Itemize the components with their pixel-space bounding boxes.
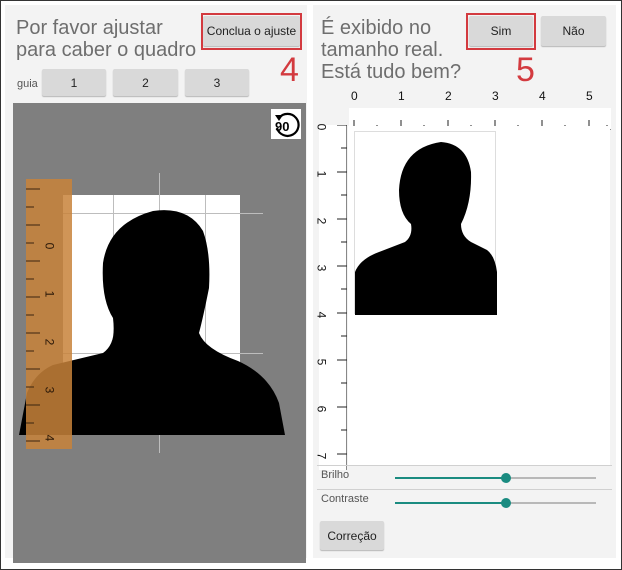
ruler-number-3: 3 bbox=[42, 386, 57, 394]
brightness-slider-fill bbox=[395, 477, 506, 479]
contrast-slider-thumb[interactable] bbox=[500, 498, 511, 508]
guide-button-3[interactable]: 3 bbox=[185, 69, 249, 96]
ruler-number-1: 1 bbox=[42, 290, 57, 298]
adjust-panel: Por favor ajustar para caber o quadro Co… bbox=[5, 5, 307, 563]
guide-label: guia bbox=[17, 78, 38, 90]
contrast-slider[interactable] bbox=[395, 498, 596, 508]
ruler-top-number-1: 1 bbox=[398, 89, 405, 103]
ruler-top-number-3: 3 bbox=[492, 89, 499, 103]
ruler-top-number-5: 5 bbox=[586, 89, 593, 103]
no-button[interactable]: Não bbox=[541, 16, 606, 46]
preview-panel: É exibido no tamanho real. Está tudo bem… bbox=[313, 5, 616, 558]
brightness-label: Brilho bbox=[321, 469, 350, 481]
person-silhouette-preview bbox=[355, 142, 497, 315]
rotate-90-button[interactable]: 90 bbox=[271, 109, 301, 139]
ruler-left-number-3: 3 bbox=[314, 264, 329, 272]
step-highlight-4 bbox=[201, 13, 302, 50]
ruler-left-number-4: 4 bbox=[314, 311, 329, 319]
correction-button[interactable]: Correção bbox=[320, 521, 384, 550]
ruler-number-2: 2 bbox=[42, 338, 57, 346]
ruler-left-number-6: 6 bbox=[314, 405, 329, 413]
ruler-number-0: 0 bbox=[42, 242, 57, 250]
guide-button-2[interactable]: 2 bbox=[113, 69, 178, 96]
ruler-left-number-2: 2 bbox=[314, 217, 329, 225]
ruler-top-number-2: 2 bbox=[445, 89, 452, 103]
ruler-top-number-4: 4 bbox=[539, 89, 546, 103]
step-number-4: 4 bbox=[280, 51, 299, 89]
brightness-slider[interactable] bbox=[395, 473, 596, 483]
ruler-left-number-7: 7 bbox=[314, 452, 329, 460]
slider-separator-2 bbox=[317, 489, 612, 490]
step-number-5: 5 bbox=[516, 51, 535, 89]
contrast-label: Contraste bbox=[321, 493, 369, 505]
ruler-left-number-0: 0 bbox=[314, 123, 329, 131]
slider-separator-1 bbox=[317, 465, 612, 466]
brightness-slider-thumb[interactable] bbox=[500, 473, 511, 483]
ruler-number-4: 4 bbox=[42, 434, 57, 442]
step-highlight-5 bbox=[466, 13, 536, 50]
adjust-instruction: Por favor ajustar para caber o quadro bbox=[16, 17, 197, 61]
wooden-ruler[interactable] bbox=[26, 179, 72, 449]
contrast-slider-fill bbox=[395, 502, 506, 504]
guide-button-1[interactable]: 1 bbox=[42, 69, 106, 96]
rotate-label: 90 bbox=[275, 119, 290, 134]
photo-edit-area[interactable]: 0 1 2 3 4 90 bbox=[13, 103, 306, 563]
actual-size-photo bbox=[354, 131, 497, 315]
ruler-top-number-0: 0 bbox=[351, 89, 358, 103]
ruler-left-number-5: 5 bbox=[314, 358, 329, 366]
ruler-left-number-1: 1 bbox=[314, 170, 329, 178]
